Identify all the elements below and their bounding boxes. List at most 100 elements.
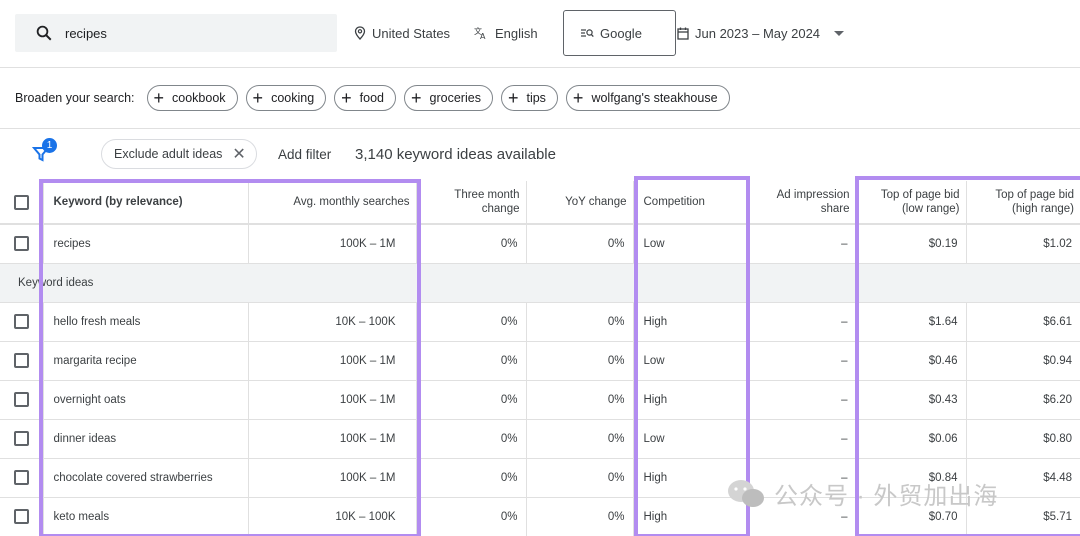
keyword-cell: recipes <box>43 224 249 264</box>
language-selector[interactable]: 文A English <box>474 14 538 52</box>
location-selector[interactable]: United States <box>354 14 450 52</box>
bid-high-cell: $0.80 <box>966 419 1080 459</box>
ad-share-cell: – <box>746 302 857 342</box>
avg-searches-cell: 100K – 1M <box>248 341 417 381</box>
row-checkbox[interactable] <box>13 314 29 329</box>
row-select-cell <box>0 380 44 420</box>
broaden-chip[interactable]: + groceries <box>404 85 493 111</box>
three-month-cell: 0% <box>416 458 527 498</box>
broaden-label: Broaden your search: <box>15 91 135 105</box>
column-header-bid-high[interactable]: Top of page bid (high range) <box>966 181 1080 225</box>
competition-cell: High <box>633 302 747 342</box>
avg-searches-cell: 100K – 1M <box>248 224 417 264</box>
row-checkbox[interactable] <box>13 509 29 524</box>
column-header-ad-share[interactable]: Ad impression share <box>746 181 857 225</box>
column-header-avg-searches[interactable]: Avg. monthly searches <box>248 181 417 225</box>
chip-label: groceries <box>429 91 481 105</box>
row-checkbox[interactable] <box>13 236 29 252</box>
avg-searches-cell: 100K – 1M <box>248 380 417 420</box>
plus-icon: + <box>252 88 264 108</box>
chevron-down-icon <box>834 30 845 36</box>
avg-searches-cell: 10K – 100K <box>248 302 417 342</box>
row-select-cell <box>0 341 44 381</box>
date-range-selector[interactable]: Jun 2023 – May 2024 <box>677 14 845 52</box>
add-filter-button[interactable]: Add filter <box>278 147 331 162</box>
broaden-search: Broaden your search: + cookbook + cooking … <box>15 85 738 111</box>
chip-label: cooking <box>271 91 315 105</box>
ad-share-cell: – <box>746 419 857 459</box>
ideas-count: 3,140 keyword ideas available <box>355 146 556 163</box>
three-month-cell: 0% <box>416 224 527 264</box>
plus-icon: + <box>341 88 352 108</box>
yoy-cell: 0% <box>526 224 634 264</box>
chip-label: food <box>359 91 385 105</box>
ad-share-cell: – <box>746 341 857 381</box>
column-header-yoy[interactable]: YoY change <box>526 181 634 225</box>
row-checkbox[interactable] <box>13 470 29 485</box>
ad-share-cell: – <box>746 380 857 420</box>
table-row: recipes 100K – 1M 0% 0% Low – $0.19 $1.0… <box>0 224 1080 264</box>
three-month-cell: 0% <box>416 341 527 381</box>
yoy-cell: 0% <box>526 341 634 381</box>
table-row: margarita recipe 100K – 1M 0% 0% Low – $0.46 $0… <box>0 341 1080 381</box>
bid-low-cell: $0.19 <box>856 224 967 264</box>
search-engine-selector[interactable]: Google <box>563 10 676 56</box>
broaden-chip[interactable]: + tips <box>500 85 558 111</box>
bid-high-cell: $0.94 <box>966 341 1080 381</box>
plus-icon: + <box>153 88 165 108</box>
keyword-cell: margarita recipe <box>43 341 249 381</box>
header-line: (low range) <box>901 203 960 215</box>
table-row: dinner ideas 100K – 1M 0% 0% Low – $0.06 $0.80 <box>0 419 1080 459</box>
search-query: recipes <box>65 25 107 41</box>
header-line: change <box>481 203 520 215</box>
row-checkbox[interactable] <box>13 392 29 407</box>
wechat-logo-icon <box>728 479 764 507</box>
keyword-cell: chocolate covered strawberries <box>43 458 249 498</box>
column-header-competition[interactable]: Competition <box>633 181 747 225</box>
bid-low-cell: $1.64 <box>856 302 967 342</box>
search-icon <box>36 25 52 41</box>
plus-icon: + <box>411 88 422 108</box>
column-header-keyword[interactable]: Keyword (by relevance) <box>43 181 249 225</box>
broaden-chip[interactable]: + cookbook <box>146 85 238 111</box>
header-line: Three month <box>454 189 520 201</box>
three-month-cell: 0% <box>416 497 527 536</box>
column-header-three-month[interactable]: Three month change <box>416 181 527 225</box>
top-toolbar: recipes United States 文A English Google … <box>0 0 1080 68</box>
avg-searches-cell: 100K – 1M <box>248 419 417 459</box>
yoy-cell: 0% <box>526 458 634 498</box>
plus-icon: + <box>507 88 519 108</box>
competition-cell: Low <box>633 419 747 459</box>
three-month-cell: 0% <box>416 419 527 459</box>
language-label: English <box>495 25 538 41</box>
search-input[interactable]: recipes <box>15 14 337 52</box>
yoy-cell: 0% <box>526 419 634 459</box>
table-row: hello fresh meals 10K – 100K 0% 0% High – $1.6… <box>0 302 1080 342</box>
date-range-label: Jun 2023 – May 2024 <box>695 25 821 41</box>
row-checkbox[interactable] <box>13 431 29 446</box>
filter-count-badge: 1 <box>42 138 57 153</box>
exclude-adult-chip[interactable]: Exclude adult ideas ✕ <box>101 139 257 169</box>
avg-searches-cell: 10K – 100K <box>248 497 417 536</box>
keyword-cell: overnight oats <box>43 380 249 420</box>
header-line: Top of page bid <box>880 189 960 201</box>
header-line: (high range) <box>1011 203 1074 215</box>
close-icon[interactable]: ✕ <box>232 144 245 164</box>
ad-share-cell: – <box>746 224 857 264</box>
column-header-bid-low[interactable]: Top of page bid (low range) <box>856 181 967 225</box>
broaden-chip[interactable]: + cooking <box>245 85 327 111</box>
bid-high-cell: $6.61 <box>966 302 1080 342</box>
row-select-cell <box>0 224 44 264</box>
table-row: overnight oats 100K – 1M 0% 0% High – $0.43 $6.… <box>0 380 1080 420</box>
broaden-chip[interactable]: + wolfgang's steakhouse <box>565 85 730 111</box>
yoy-cell: 0% <box>526 302 634 342</box>
broaden-chip[interactable]: + food <box>334 85 397 111</box>
yoy-cell: 0% <box>526 497 634 536</box>
location-pin-icon <box>354 26 366 40</box>
section-header-row: Keyword ideas <box>0 263 1080 303</box>
row-checkbox[interactable] <box>13 353 29 368</box>
translate-icon: 文A <box>474 26 486 40</box>
bid-low-cell: $0.06 <box>856 419 967 459</box>
select-all-checkbox[interactable] <box>13 194 29 210</box>
yoy-cell: 0% <box>526 380 634 420</box>
